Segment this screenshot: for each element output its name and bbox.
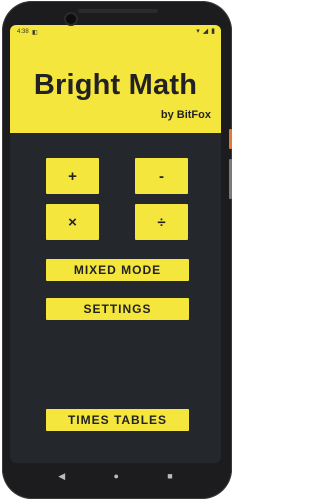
divide-button[interactable]: ÷ [135, 204, 188, 240]
earpiece-speaker [78, 9, 158, 13]
wifi-icon: ▾ [196, 28, 200, 35]
front-camera [66, 14, 76, 24]
app-screen: 4:38 ◧ ▾ ◢ ▮ Bright Math by BitFox + - ×… [10, 25, 221, 463]
settings-button[interactable]: SETTINGS [46, 298, 189, 320]
power-button [229, 129, 232, 149]
back-icon[interactable]: ◀ [58, 471, 65, 482]
signal-icon: ◢ [202, 28, 209, 35]
multiply-button[interactable]: × [46, 204, 99, 240]
app-title: Bright Math [33, 69, 198, 101]
home-icon[interactable]: ● [114, 471, 119, 481]
app-subtitle: by BitFox [160, 109, 211, 121]
app-header: 4:38 ◧ ▾ ◢ ▮ Bright Math by BitFox [10, 25, 221, 133]
add-button[interactable]: + [46, 158, 99, 194]
system-nav-bar: ◀ ● ■ [10, 463, 221, 489]
battery-icon: ▮ [211, 28, 215, 35]
recents-icon[interactable]: ■ [167, 471, 172, 481]
times-tables-button[interactable]: TIMES TABLES [46, 409, 189, 431]
status-icons: ▾ ◢ ▮ [196, 28, 215, 35]
status-time: 4:38 [17, 29, 29, 35]
subtract-button[interactable]: - [135, 158, 188, 194]
notification-icon: ◧ [32, 30, 38, 36]
status-bar: 4:38 ◧ ▾ ◢ ▮ [10, 25, 221, 39]
volume-button [229, 159, 232, 199]
mixed-mode-button[interactable]: MIXED MODE [46, 259, 189, 281]
